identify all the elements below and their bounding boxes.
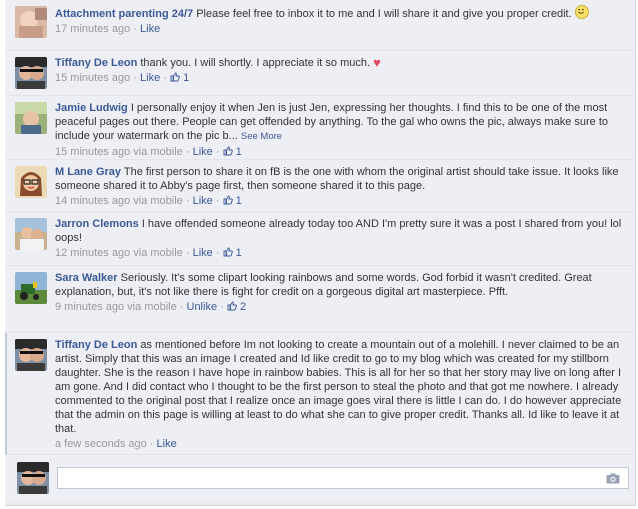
like-count-value: 1 xyxy=(235,195,242,207)
avatar[interactable] xyxy=(15,102,47,134)
like-link[interactable]: Like xyxy=(140,72,160,84)
separator: · xyxy=(185,195,190,207)
comment-body: Sara Walker Seriously. It's some clipart… xyxy=(55,271,629,314)
comment-item: Tiffany De Leon thank you. I will shortl… xyxy=(5,51,635,96)
comments-panel: Attachment parenting 24/7 Please feel fr… xyxy=(5,0,636,506)
comment-via: via mobile xyxy=(127,301,177,313)
like-link[interactable]: Like xyxy=(140,23,160,35)
comment-timestamp[interactable]: 14 minutes ago xyxy=(55,195,130,207)
comment-text: Please feel free to inbox it to me and I… xyxy=(196,8,572,20)
comment-body: Tiffany De Leon as mentioned before Im n… xyxy=(55,338,629,451)
like-link[interactable]: Like xyxy=(193,247,213,259)
avatar[interactable] xyxy=(15,57,47,89)
comment-text: The first person to share it on fB is th… xyxy=(55,166,619,192)
comment-meta: 14 minutes ago via mobile · Like · 1 xyxy=(55,194,629,208)
separator: · xyxy=(215,195,220,207)
like-count[interactable]: 2 xyxy=(227,301,246,313)
separator: · xyxy=(185,247,190,259)
comment-author[interactable]: Tiffany De Leon xyxy=(55,57,137,69)
separator: · xyxy=(133,72,137,84)
smile-emoji xyxy=(574,5,589,19)
comment-via: via mobile xyxy=(133,146,183,158)
avatar[interactable] xyxy=(15,272,47,304)
comment-body: Jarron Clemons I have offended someone a… xyxy=(55,217,629,260)
comment-item: Jarron Clemons I have offended someone a… xyxy=(5,212,635,266)
like-link[interactable]: Like xyxy=(193,195,213,207)
avatar[interactable] xyxy=(15,339,47,371)
comment-body: Tiffany De Leon thank you. I will shortl… xyxy=(55,56,629,85)
like-count-value: 1 xyxy=(235,247,242,259)
comment-item: Jamie Ludwig I personally enjoy it when … xyxy=(5,96,635,160)
comment-via: via mobile xyxy=(133,195,183,207)
like-link[interactable]: Like xyxy=(193,146,213,158)
avatar[interactable] xyxy=(15,166,47,198)
comment-text: Seriously. It's some clipart looking rai… xyxy=(55,272,592,298)
comment-author[interactable]: Attachment parenting 24/7 xyxy=(55,8,193,20)
comment-timestamp[interactable]: 17 minutes ago xyxy=(55,23,130,35)
comment-meta: 15 minutes ago via mobile · Like · 1 xyxy=(55,145,629,159)
comment-timestamp[interactable]: 12 minutes ago xyxy=(55,247,130,259)
avatar[interactable] xyxy=(15,218,47,250)
comment-item: M Lane Gray The first person to share it… xyxy=(5,160,635,212)
comment-meta: a few seconds ago · Like xyxy=(55,437,629,451)
comment-text: thank you. I will shortly. I appreciate … xyxy=(140,57,371,69)
comment-via: via mobile xyxy=(133,247,183,259)
separator: · xyxy=(133,23,137,35)
like-link[interactable]: Like xyxy=(157,438,177,450)
unlike-link[interactable]: Unlike xyxy=(187,301,218,313)
camera-icon[interactable] xyxy=(606,473,620,484)
thumbs-up-icon xyxy=(223,146,233,156)
reply-box xyxy=(5,455,635,500)
comment-author[interactable]: Sara Walker xyxy=(55,272,118,284)
see-more-link[interactable]: See More xyxy=(241,131,282,142)
like-count-value: 2 xyxy=(239,301,247,313)
like-count[interactable]: 1 xyxy=(170,72,189,84)
like-count-value: 1 xyxy=(235,146,242,158)
comment-meta: 12 minutes ago via mobile · Like · 1 xyxy=(55,246,629,260)
comment-text: as mentioned before Im not looking to cr… xyxy=(55,339,622,435)
separator: · xyxy=(149,438,154,450)
comment-author[interactable]: Jamie Ludwig xyxy=(55,102,128,114)
comment-meta: 15 minutes ago · Like · 1 xyxy=(55,71,629,85)
comment-body: Jamie Ludwig I personally enjoy it when … xyxy=(55,101,629,159)
comment-body: M Lane Gray The first person to share it… xyxy=(55,165,629,208)
comment-timestamp[interactable]: 9 minutes ago xyxy=(55,301,124,313)
avatar[interactable] xyxy=(15,6,47,38)
separator: · xyxy=(215,146,220,158)
comment-text: I have offended someone already today to… xyxy=(55,218,622,244)
comment-item: Sara Walker Seriously. It's some clipart… xyxy=(5,266,635,333)
comment-author[interactable]: Jarron Clemons xyxy=(55,218,139,230)
comment-timestamp[interactable]: a few seconds ago xyxy=(55,438,147,450)
comment-meta: 17 minutes ago · Like xyxy=(55,22,629,36)
comment-body: Attachment parenting 24/7 Please feel fr… xyxy=(55,5,629,36)
thumbs-up-icon xyxy=(227,301,237,311)
separator: · xyxy=(163,72,167,84)
like-count[interactable]: 1 xyxy=(223,146,242,158)
comment-text: I personally enjoy it when Jen is just J… xyxy=(55,102,609,142)
like-count[interactable]: 1 xyxy=(223,247,242,259)
comment-item: Tiffany De Leon as mentioned before Im n… xyxy=(5,333,635,455)
comment-meta: 9 minutes ago via mobile · Unlike · 2 xyxy=(55,300,629,314)
comment-author[interactable]: Tiffany De Leon xyxy=(55,339,137,351)
separator: · xyxy=(215,247,220,259)
like-count[interactable]: 1 xyxy=(223,195,242,207)
thumbs-up-icon xyxy=(223,195,233,205)
avatar xyxy=(17,462,49,494)
separator: · xyxy=(179,301,184,313)
thumbs-up-icon xyxy=(223,247,233,257)
separator: · xyxy=(185,146,190,158)
separator: · xyxy=(220,301,224,313)
comment-author[interactable]: M Lane Gray xyxy=(55,166,121,178)
comment-input[interactable] xyxy=(57,466,629,489)
heart-emoji: ♥ xyxy=(373,55,381,70)
comment-timestamp[interactable]: 15 minutes ago xyxy=(55,72,130,84)
comment-item: Attachment parenting 24/7 Please feel fr… xyxy=(5,0,635,51)
like-count-value: 1 xyxy=(183,72,190,84)
thumbs-up-icon xyxy=(170,72,180,82)
comment-timestamp[interactable]: 15 minutes ago xyxy=(55,146,130,158)
